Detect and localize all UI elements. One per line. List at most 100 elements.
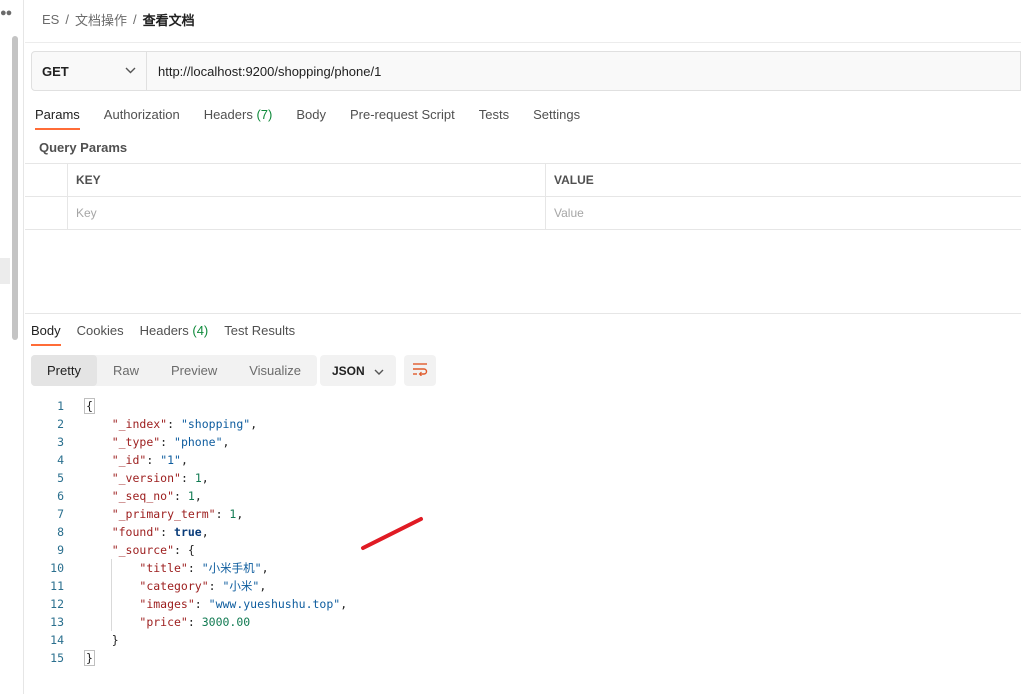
line-number: 9 xyxy=(57,543,64,557)
query-params-title: Query Params xyxy=(39,140,128,155)
view-visualize-button[interactable]: Visualize xyxy=(233,355,317,386)
breadcrumb-item-folder[interactable]: 文档操作 xyxy=(75,10,127,29)
line-number: 2 xyxy=(57,417,64,431)
table-header-row: KEY VALUE xyxy=(25,164,1021,197)
tab-body[interactable]: Body xyxy=(296,107,326,130)
tab-label: Cookies xyxy=(76,323,124,338)
main-panel: ES / 文档操作 / 查看文档 GET http://localhost:92… xyxy=(25,0,1021,694)
headers-count-badge: (7) xyxy=(256,107,273,122)
code-line: 15} xyxy=(25,649,525,667)
url-input[interactable]: http://localhost:9200/shopping/phone/1 xyxy=(147,52,1020,90)
tab-label: Body xyxy=(31,323,61,338)
code-text: "price": 3000.00 xyxy=(139,615,251,629)
view-pretty-button[interactable]: Pretty xyxy=(31,355,97,386)
response-tab-body[interactable]: Body xyxy=(31,323,61,346)
wrap-lines-button[interactable] xyxy=(404,355,436,386)
code-text: "_source": { xyxy=(111,543,195,557)
code-line: 7 "_primary_term": 1, xyxy=(25,505,525,523)
code-line: 11 "category": "小米", xyxy=(25,577,525,595)
code-line: 2 "_index": "shopping", xyxy=(25,415,525,433)
line-number: 15 xyxy=(50,651,64,665)
method-label: GET xyxy=(42,63,69,79)
line-number: 3 xyxy=(57,435,64,449)
value-input[interactable]: Value xyxy=(546,197,1021,229)
tab-tests[interactable]: Tests xyxy=(479,107,509,130)
response-headers-count-badge: (4) xyxy=(192,323,209,338)
value-column-header: VALUE xyxy=(554,173,594,187)
key-column-header: KEY xyxy=(68,164,546,196)
line-number: 8 xyxy=(57,525,64,539)
line-number: 12 xyxy=(50,597,64,611)
divider xyxy=(25,42,1021,43)
format-select[interactable]: JSON xyxy=(320,355,396,386)
query-params-table: KEY VALUE Key Value xyxy=(25,163,1021,230)
sidebar-scrollbar[interactable] xyxy=(12,36,18,340)
code-line: 9 "_source": { xyxy=(25,541,525,559)
wrap-lines-icon xyxy=(412,362,428,379)
code-line: 6 "_seq_no": 1, xyxy=(25,487,525,505)
code-line: 5 "_version": 1, xyxy=(25,469,525,487)
table-row: Key Value xyxy=(25,197,1021,230)
tab-authorization[interactable]: Authorization xyxy=(104,107,180,130)
tab-pre-request-script[interactable]: Pre-request Script xyxy=(350,107,455,130)
line-number: 11 xyxy=(50,579,64,593)
code-text: "images": "www.yueshushu.top", xyxy=(139,597,348,611)
request-bar: GET http://localhost:9200/shopping/phone… xyxy=(31,51,1021,91)
line-number: 7 xyxy=(57,507,64,521)
tab-label: Test Results xyxy=(224,323,296,338)
tab-label: Tests xyxy=(478,107,510,122)
key-input[interactable]: Key xyxy=(68,197,546,229)
line-number: 1 xyxy=(57,399,64,413)
tab-headers[interactable]: Headers (7) xyxy=(204,107,273,130)
code-line: 12 "images": "www.yueshushu.top", xyxy=(25,595,525,613)
tab-label: Authorization xyxy=(103,107,180,122)
view-preview-button[interactable]: Preview xyxy=(155,355,233,386)
code-line: 14 } xyxy=(25,631,525,649)
code-text: "_type": "phone", xyxy=(111,435,230,449)
code-text: "_version": 1, xyxy=(111,471,209,485)
tab-label: Params xyxy=(35,107,80,122)
code-text: "title": "小米手机", xyxy=(139,561,269,575)
code-line: 3 "_type": "phone", xyxy=(25,433,525,451)
tab-label: Headers xyxy=(139,323,189,338)
code-text: } xyxy=(84,633,119,647)
more-dots-icon[interactable]: ●● xyxy=(0,7,12,19)
code-text: "category": "小米", xyxy=(139,579,267,593)
response-tab-cookies[interactable]: Cookies xyxy=(77,323,124,346)
response-tab-headers[interactable]: Headers (4) xyxy=(140,323,209,346)
line-number: 13 xyxy=(50,615,64,629)
line-number: 5 xyxy=(57,471,64,485)
chevron-down-icon xyxy=(374,364,384,378)
row-checkbox[interactable] xyxy=(25,197,68,229)
code-line: 13 "price": 3000.00 xyxy=(25,613,525,631)
tab-params[interactable]: Params xyxy=(35,107,80,130)
code-line: 10 "title": "小米手机", xyxy=(25,559,525,577)
code-text: "found": true, xyxy=(111,525,209,539)
sidebar-collapse-handle[interactable] xyxy=(0,258,10,284)
tab-label: Settings xyxy=(533,107,581,122)
view-raw-button[interactable]: Raw xyxy=(97,355,155,386)
format-label: JSON xyxy=(332,363,365,378)
response-tabs: Body Cookies Headers (4) Test Results xyxy=(31,323,311,346)
method-select[interactable]: GET xyxy=(32,52,147,90)
breadcrumb: ES / 文档操作 / 查看文档 xyxy=(42,10,195,29)
code-line: 1{ xyxy=(25,397,525,415)
line-number: 4 xyxy=(57,453,64,467)
code-text: "_primary_term": 1, xyxy=(111,507,244,521)
code-text: } xyxy=(84,650,95,666)
left-rail: ●● xyxy=(0,0,24,694)
line-number: 14 xyxy=(50,633,64,647)
breadcrumb-separator: / xyxy=(65,12,69,27)
red-annotation-stroke xyxy=(361,517,423,550)
response-tab-test-results[interactable]: Test Results xyxy=(224,323,295,346)
response-divider[interactable] xyxy=(25,313,1021,314)
tab-settings[interactable]: Settings xyxy=(533,107,580,130)
code-line: 4 "_id": "1", xyxy=(25,451,525,469)
tab-label: Body xyxy=(296,107,326,122)
code-text: "_seq_no": 1, xyxy=(111,489,202,503)
breadcrumb-item-collection[interactable]: ES xyxy=(42,12,59,27)
code-line: 8 "found": true, xyxy=(25,523,525,541)
breadcrumb-separator: / xyxy=(132,12,137,27)
tab-label: Pre-request Script xyxy=(349,107,455,122)
breadcrumb-current-request[interactable]: 查看文档 xyxy=(143,10,195,29)
